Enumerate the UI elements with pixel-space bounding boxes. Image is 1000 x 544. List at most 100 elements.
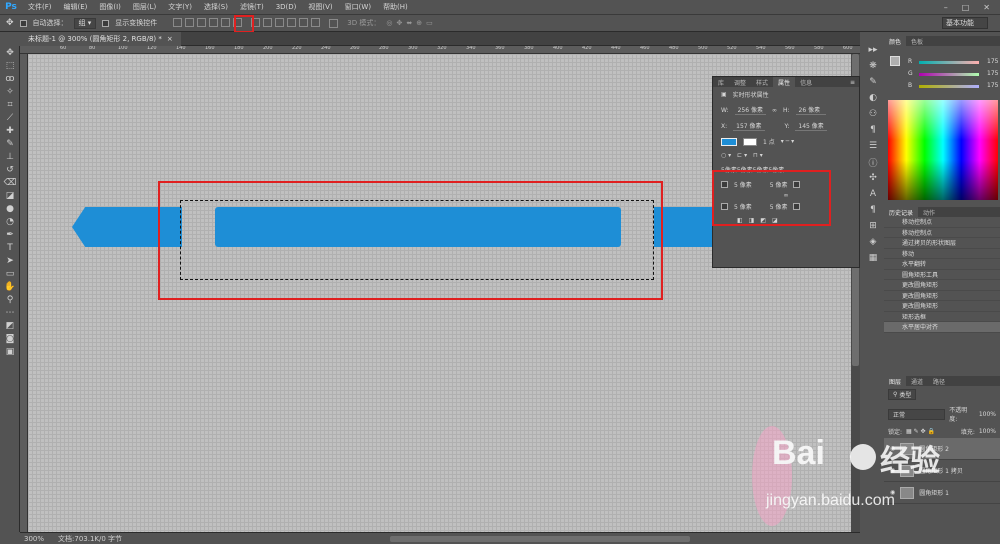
adjust-icon[interactable]: ◐ [866, 92, 880, 104]
history-item[interactable]: 移动控制点 [884, 228, 1000, 238]
brush-icon[interactable]: ✎ [866, 76, 880, 88]
align-left-icon[interactable] [209, 17, 219, 27]
arrange-icon[interactable]: ▸▸ [866, 44, 880, 56]
menu-image[interactable]: 图像(I) [93, 2, 127, 12]
menu-type[interactable]: 文字(Y) [162, 2, 198, 12]
move-tool-icon[interactable]: ✥ [6, 18, 14, 28]
panel-menu-icon[interactable]: ≡ [850, 79, 859, 86]
tab-properties[interactable]: 属性 [773, 77, 796, 87]
horizontal-scroll-thumb[interactable] [390, 536, 690, 542]
history-item[interactable]: 移动 [884, 249, 1000, 259]
healing-brush-icon[interactable]: ✚ [2, 125, 18, 137]
r-slider[interactable] [919, 61, 979, 64]
shape-tool-icon[interactable]: ▭ [2, 268, 18, 280]
maximize-icon[interactable]: □ [962, 3, 970, 12]
foreground-color-swatch[interactable] [890, 56, 900, 66]
x-field[interactable]: 157 像素 [733, 121, 765, 131]
stroke-align-icon[interactable]: ○ ▾ [721, 152, 731, 159]
eraser-icon[interactable]: ⌫ [2, 177, 18, 189]
r-value[interactable]: 175 [987, 58, 998, 65]
color-swatches-icon[interactable]: ◩ [2, 320, 18, 332]
menu-select[interactable]: 选择(S) [198, 2, 234, 12]
distribute-vcenter-icon[interactable] [263, 17, 273, 27]
tab-actions[interactable]: 动作 [918, 208, 940, 217]
marquee-tool-icon[interactable]: ⬚ [2, 60, 18, 72]
history-item-active[interactable]: 水平居中对齐 [884, 322, 1000, 333]
distribute-right-icon[interactable] [311, 17, 321, 27]
align-bottom-icon[interactable] [197, 17, 207, 27]
clone-source-icon[interactable]: ⚇ [866, 108, 880, 120]
history-item[interactable]: 圆角矩形工具 [884, 270, 1000, 280]
menu-help[interactable]: 帮助(H) [377, 2, 414, 12]
menu-layer[interactable]: 图层(L) [127, 2, 162, 12]
tab-history[interactable]: 历史记录 [884, 207, 919, 217]
history-item[interactable]: 水平翻转 [884, 259, 1000, 270]
zoom-level[interactable]: 300% [24, 535, 44, 543]
align-hcenter-icon[interactable] [221, 17, 231, 27]
history-item[interactable]: 通过拷贝的形状图层 [884, 238, 1000, 249]
arrow-shape-right[interactable] [654, 207, 716, 247]
tab-library[interactable]: 库 [713, 77, 729, 87]
stroke-dropdown-icon[interactable]: ▾ ─ ▾ [781, 138, 794, 145]
opacity-value[interactable]: 100% [979, 411, 996, 418]
close-tab-icon[interactable]: × [167, 35, 173, 43]
paragraph-icon[interactable]: ¶ [866, 124, 880, 136]
menu-file[interactable]: 文件(F) [22, 2, 58, 12]
tool-presets-icon[interactable]: ✣ [866, 172, 880, 184]
glyphs-icon[interactable]: ⊞ [866, 220, 880, 232]
show-transform-checkbox[interactable] [102, 19, 110, 27]
history-item[interactable]: 更改圆角矩形 [884, 280, 1000, 291]
tab-paths[interactable]: 路径 [928, 377, 950, 386]
stamp-tool-icon[interactable]: ⊥ [2, 151, 18, 163]
blend-mode-dropdown[interactable]: 正常 [888, 408, 946, 420]
align-vcenter-icon[interactable] [185, 17, 195, 27]
tab-styles[interactable]: 样式 [751, 77, 773, 87]
tab-info[interactable]: 信息 [795, 77, 817, 87]
workspace-dropdown[interactable]: 基本功能 [942, 17, 988, 29]
more-tools-icon[interactable]: ⋯ [2, 307, 18, 319]
auto-align-icon[interactable] [329, 18, 339, 28]
g-value[interactable]: 175 [987, 70, 998, 77]
layer-kind-dropdown[interactable]: ⚲ 类型 [888, 389, 917, 400]
auto-select-checkbox[interactable] [19, 19, 27, 27]
fill-swatch[interactable] [721, 137, 737, 146]
swatches-icon[interactable]: ▦ [866, 252, 880, 264]
menu-edit[interactable]: 编辑(E) [58, 2, 94, 12]
link-size-icon[interactable]: ∞ [772, 107, 777, 114]
align-top-icon[interactable] [173, 17, 183, 27]
stroke-swatch[interactable] [743, 137, 757, 146]
height-field[interactable]: 26 像素 [795, 105, 826, 115]
quick-mask-icon[interactable]: ◙ [2, 333, 18, 345]
width-field[interactable]: 256 像素 [734, 105, 766, 115]
stroke-cap-icon[interactable]: ⊏ ▾ [737, 152, 747, 159]
distribute-left-icon[interactable] [287, 17, 297, 27]
paragraph-styles-icon[interactable]: ¶ [866, 204, 880, 216]
zoom-tool-icon[interactable]: ⚲ [2, 294, 18, 306]
b-slider[interactable] [919, 85, 979, 88]
y-field[interactable]: 145 像素 [795, 121, 827, 131]
screen-mode-icon[interactable]: ▣ [2, 346, 18, 358]
history-brush-icon[interactable]: ↺ [2, 164, 18, 176]
distribute-hcenter-icon[interactable] [299, 17, 309, 27]
document-tab[interactable]: 未标题-1 @ 300% (圆角矩形 2, RGB/8) * × [20, 32, 181, 46]
tab-channels[interactable]: 通道 [906, 377, 928, 386]
stroke-corner-icon[interactable]: ⊓ ▾ [753, 152, 763, 159]
menu-view[interactable]: 视图(V) [302, 2, 338, 12]
dodge-tool-icon[interactable]: ◔ [2, 216, 18, 228]
color-spectrum[interactable] [888, 100, 998, 200]
minimize-icon[interactable]: – [944, 3, 948, 12]
document-info[interactable]: 文档:703.1K/0 字节 [58, 534, 122, 544]
g-slider[interactable] [919, 73, 979, 76]
b-value[interactable]: 175 [987, 82, 998, 89]
history-item[interactable]: 矩形选框 [884, 312, 1000, 322]
history-item[interactable]: 移动控制点 [884, 217, 1000, 228]
move-tool-icon[interactable]: ✥ [2, 47, 18, 59]
properties-icon[interactable]: ☰ [866, 140, 880, 152]
distribute-bottom-icon[interactable] [275, 17, 285, 27]
brush-preset-icon[interactable]: ❋ [866, 60, 880, 72]
tab-layers[interactable]: 图层 [884, 376, 907, 386]
crop-tool-icon[interactable]: ⌗ [2, 99, 18, 111]
stroke-width-field[interactable]: 1 点 [763, 137, 775, 146]
paint-bucket-icon[interactable]: ◪ [2, 190, 18, 202]
history-item[interactable]: 更改圆角矩形 [884, 291, 1000, 301]
